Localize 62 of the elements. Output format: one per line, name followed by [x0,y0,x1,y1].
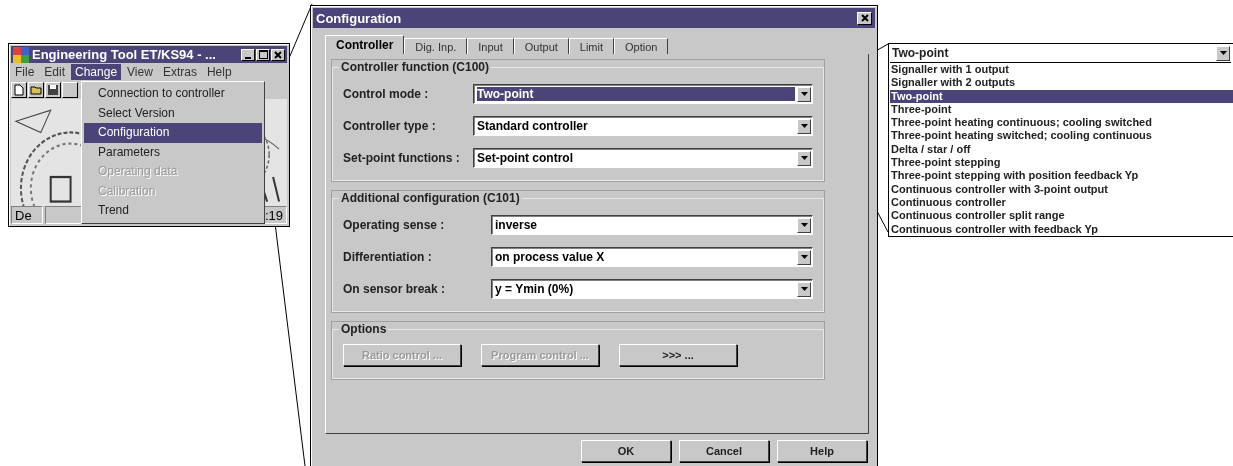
combo-box[interactable]: y = Ymin (0%) [491,279,813,299]
tab[interactable]: Controller [325,35,405,54]
menu-item[interactable]: File [11,64,39,80]
tab[interactable]: Dig. Inp. [404,38,468,54]
minimize-button[interactable] [241,48,255,61]
maximize-button[interactable] [256,48,270,61]
dialog-title: Configuration [316,10,402,26]
window-title: Engineering Tool ET/KS94 - ... [32,47,217,62]
combo-box[interactable]: Two-point [473,84,813,104]
group-title: Options [340,322,388,336]
combo-box[interactable]: Standard controller [473,116,813,136]
list-option[interactable]: Continuous controller [890,195,1233,210]
list-option[interactable]: Three-point stepping with position feedback Yp [890,169,1233,183]
list-option[interactable]: Continuous controller split range [890,209,1233,223]
group-title: Controller function (C100) [340,60,490,74]
dialog-button[interactable]: Help [777,440,867,462]
combo-box[interactable]: Two-point [890,44,1231,63]
tab[interactable]: Output [513,38,569,54]
new-file-icon[interactable] [11,82,27,98]
app-icon [13,46,29,63]
field-label: Differentiation : [343,250,433,264]
list-option[interactable]: Signaller with 2 outputs [890,76,1233,90]
option-button[interactable]: >>> ... [619,344,737,366]
list-option[interactable]: Three-point stepping [890,156,1233,170]
save-icon[interactable] [45,82,61,98]
list-option[interactable]: Signaller with 1 output [890,63,1233,77]
close-button[interactable] [857,11,872,25]
list-option[interactable]: Delta / star / off [890,142,1233,157]
list-option[interactable]: Three-point heating switched; cooling continuous [890,129,1233,143]
menu-item[interactable]: Select Version [84,103,262,123]
list-option[interactable]: Continuous controller with 3-point output [890,182,1233,196]
list-option[interactable]: Continuous controller with feedback Yp [890,222,1233,236]
list-option[interactable]: Two-point [890,89,1233,103]
close-button[interactable] [271,48,285,61]
field-label: On sensor break : [343,282,447,296]
menu-item[interactable]: View [123,64,157,80]
tab[interactable]: Option [614,38,669,54]
menu-item[interactable]: Help [202,64,236,80]
folder-icon[interactable] [28,82,44,98]
list-option[interactable]: Three-point [890,102,1233,117]
list-option[interactable]: Three-point heating continuous; cooling switched [890,116,1233,130]
combo-box[interactable]: inverse [491,215,813,235]
minimize-icon [245,56,251,59]
menu-item[interactable]: Edit [40,64,70,80]
group-title: Additional configuration (C101) [340,191,521,205]
menu-item[interactable]: Extras [158,64,201,80]
field-label: Set-point functions : [343,151,461,165]
menu-item[interactable]: Parameters [84,142,262,162]
toolbar-button[interactable] [62,82,78,98]
field-label: Controller type : [343,119,437,133]
combo-box[interactable]: Set-point control [473,148,813,168]
menu-item[interactable]: Connection to controller [84,84,262,104]
field-label: Control mode : [343,87,430,101]
menu-item[interactable]: Configuration [84,123,262,143]
status-text: De [11,206,43,224]
tab[interactable]: Input [467,38,514,54]
combo-box[interactable]: on process value X [491,247,813,267]
tab[interactable]: Limit [568,38,615,54]
dialog-button[interactable]: Cancel [679,440,769,462]
dialog-button[interactable]: OK [581,440,671,462]
field-label: Operating sense : [343,218,446,232]
menu-item[interactable]: Change [71,64,122,80]
